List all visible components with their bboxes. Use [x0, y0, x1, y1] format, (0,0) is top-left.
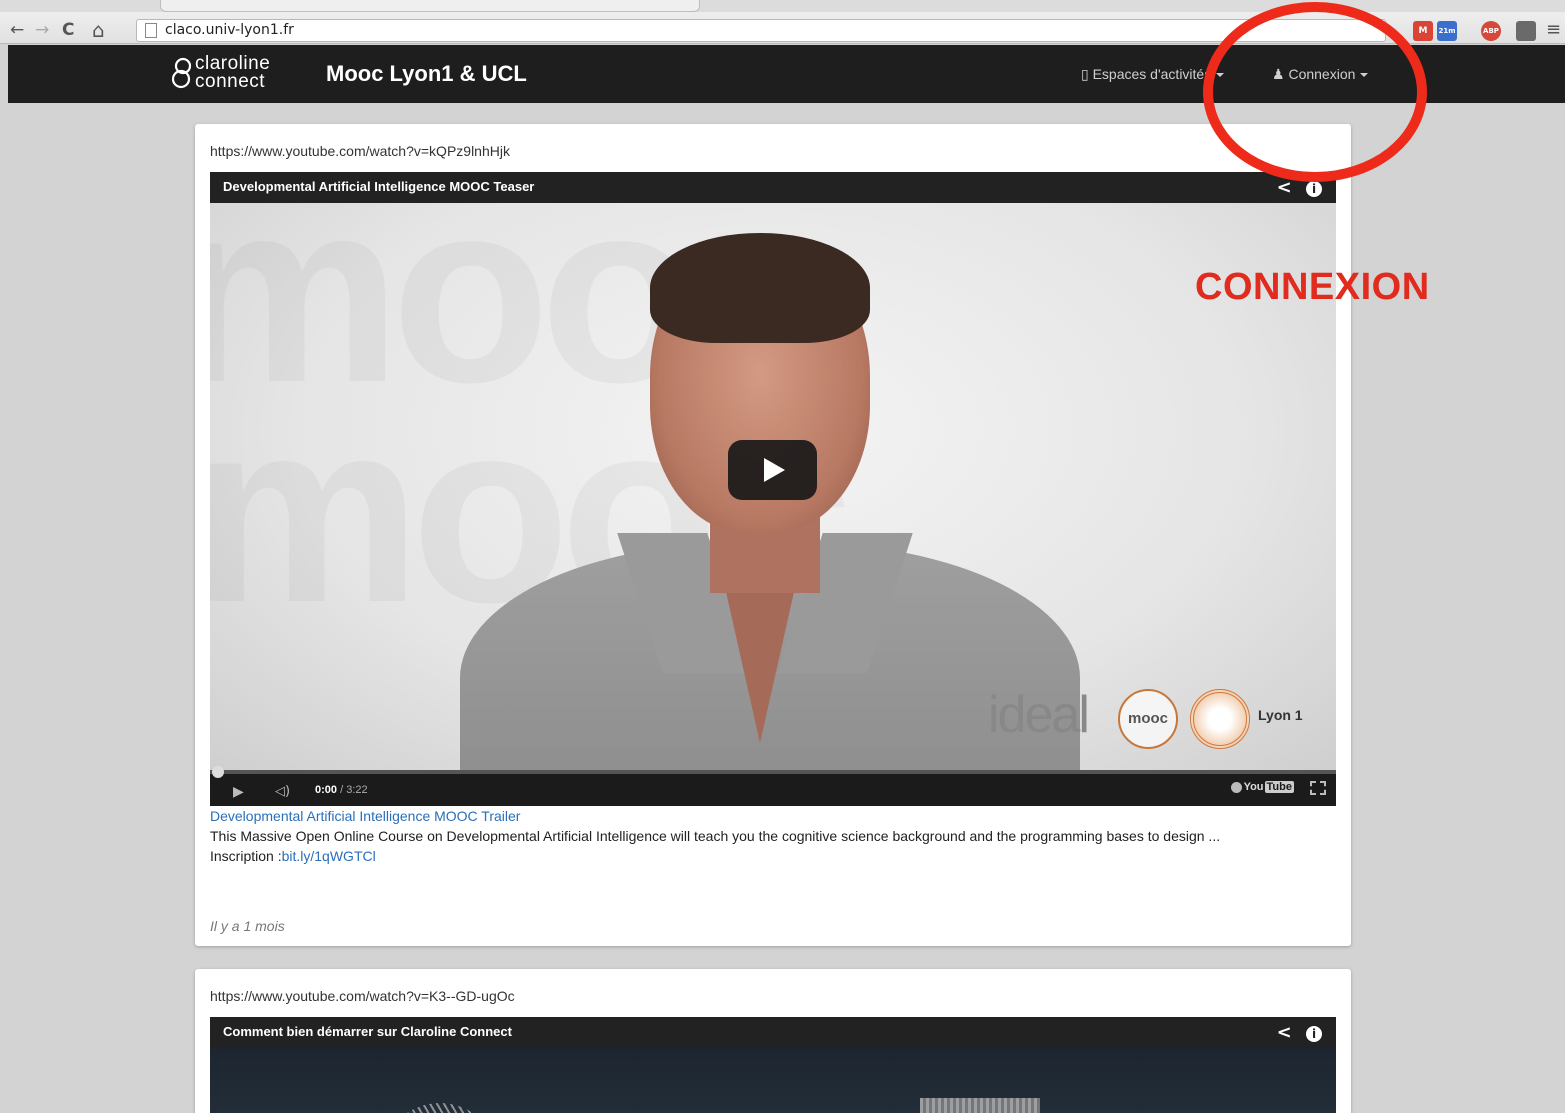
nav-espaces-activites[interactable]: ▯ Espaces d'activités	[1081, 66, 1225, 83]
thumbnail-decor	[380, 1103, 500, 1113]
extension-icon[interactable]	[1516, 21, 1536, 41]
volume-icon[interactable]: ◁)	[275, 784, 290, 799]
browser-tab[interactable]	[160, 0, 700, 12]
address-text: claco.univ-lyon1.fr	[165, 22, 294, 38]
thumbnail-decor	[920, 1098, 1040, 1113]
claroline-logo[interactable]: claroline connect	[171, 53, 317, 95]
progress-bar[interactable]	[210, 766, 1336, 778]
claroline-mark-icon	[171, 57, 192, 89]
play-icon	[764, 458, 785, 482]
back-icon[interactable]: ←	[10, 20, 24, 40]
video-player[interactable]: Developmental Artificial Intelligence MO…	[210, 172, 1336, 806]
youtube-logo[interactable]: You Tube	[1244, 781, 1294, 793]
page-icon	[145, 23, 157, 38]
player-titlebar: Developmental Artificial Intelligence MO…	[210, 172, 1336, 203]
fullscreen-icon[interactable]	[1310, 781, 1326, 795]
info-icon[interactable]: i	[1306, 1026, 1322, 1042]
video-player[interactable]: Comment bien démarrer sur Claroline Conn…	[210, 1017, 1336, 1113]
watch-later-icon[interactable]	[1231, 782, 1242, 793]
info-icon[interactable]: i	[1306, 181, 1322, 197]
video-title-link[interactable]: Developmental Artificial Intelligence MO…	[210, 808, 520, 824]
calendar-icon[interactable]: 21m	[1437, 21, 1457, 41]
post-url: https://www.youtube.com/watch?v=K3--GD-u…	[210, 988, 515, 1004]
video-branding: ideal mooc Lyon 1	[988, 683, 1328, 753]
site-title[interactable]: Mooc Lyon1 & UCL	[326, 61, 527, 87]
logo-line2: connect	[195, 71, 266, 92]
annotation-circle	[1203, 2, 1427, 182]
menu-icon[interactable]: ≡	[1546, 20, 1561, 40]
post-card: https://www.youtube.com/watch?v=kQPz9lnh…	[195, 124, 1351, 946]
annotation-label: CONNEXION	[1195, 266, 1430, 308]
nav-espaces-label: Espaces d'activités	[1092, 66, 1212, 82]
brand-mooc: mooc	[1118, 689, 1178, 749]
video-thumbnail[interactable]	[210, 1048, 1336, 1113]
inscription-link[interactable]: bit.ly/1qWGTCl	[282, 848, 376, 864]
post-timestamp: Il y a 1 mois	[210, 918, 285, 934]
time-duration: / 3:22	[340, 784, 368, 796]
reload-icon[interactable]: C	[62, 20, 74, 40]
book-icon: ▯	[1081, 66, 1093, 82]
time-current: 0:00	[315, 784, 338, 796]
forward-icon[interactable]: →	[35, 20, 49, 40]
player-controls: ▶ ◁) 0:00 / 3:22 You Tube	[210, 766, 1336, 806]
youtube-tube: Tube	[1264, 781, 1294, 793]
player-actions: < i	[1277, 1022, 1322, 1043]
adblock-icon[interactable]: ABP	[1481, 21, 1501, 41]
play-small-icon[interactable]: ▶	[233, 784, 244, 800]
player-titlebar: Comment bien démarrer sur Claroline Conn…	[210, 1017, 1336, 1048]
player-title[interactable]: Developmental Artificial Intelligence MO…	[223, 179, 534, 194]
gmail-icon[interactable]: M	[1413, 21, 1433, 41]
inscription-label: Inscription :	[210, 848, 282, 864]
brand-ideal: ideal	[988, 686, 1090, 744]
player-title[interactable]: Comment bien démarrer sur Claroline Conn…	[223, 1024, 512, 1039]
share-icon[interactable]: <	[1277, 177, 1292, 198]
youtube-label: You	[1243, 781, 1264, 793]
brand-lyon: Lyon 1	[1258, 707, 1303, 723]
presenter-hair	[650, 233, 870, 343]
post-url: https://www.youtube.com/watch?v=kQPz9lnh…	[210, 143, 510, 159]
share-icon[interactable]: <	[1277, 1022, 1292, 1043]
video-thumbnail[interactable]: mooc mooc ideal mooc Lyon 1	[210, 203, 1336, 770]
post-card: https://www.youtube.com/watch?v=K3--GD-u…	[195, 969, 1351, 1113]
play-button[interactable]	[728, 440, 817, 500]
inscription-line: Inscription :bit.ly/1qWGTCl	[210, 848, 376, 864]
home-icon[interactable]: ⌂	[92, 20, 105, 40]
time-display: 0:00 / 3:22	[315, 784, 368, 796]
address-bar[interactable]: claco.univ-lyon1.fr	[136, 19, 1386, 42]
progress-handle[interactable]	[212, 766, 224, 778]
ucl-logo-icon	[1190, 689, 1250, 749]
video-description: This Massive Open Online Course on Devel…	[210, 828, 1221, 844]
